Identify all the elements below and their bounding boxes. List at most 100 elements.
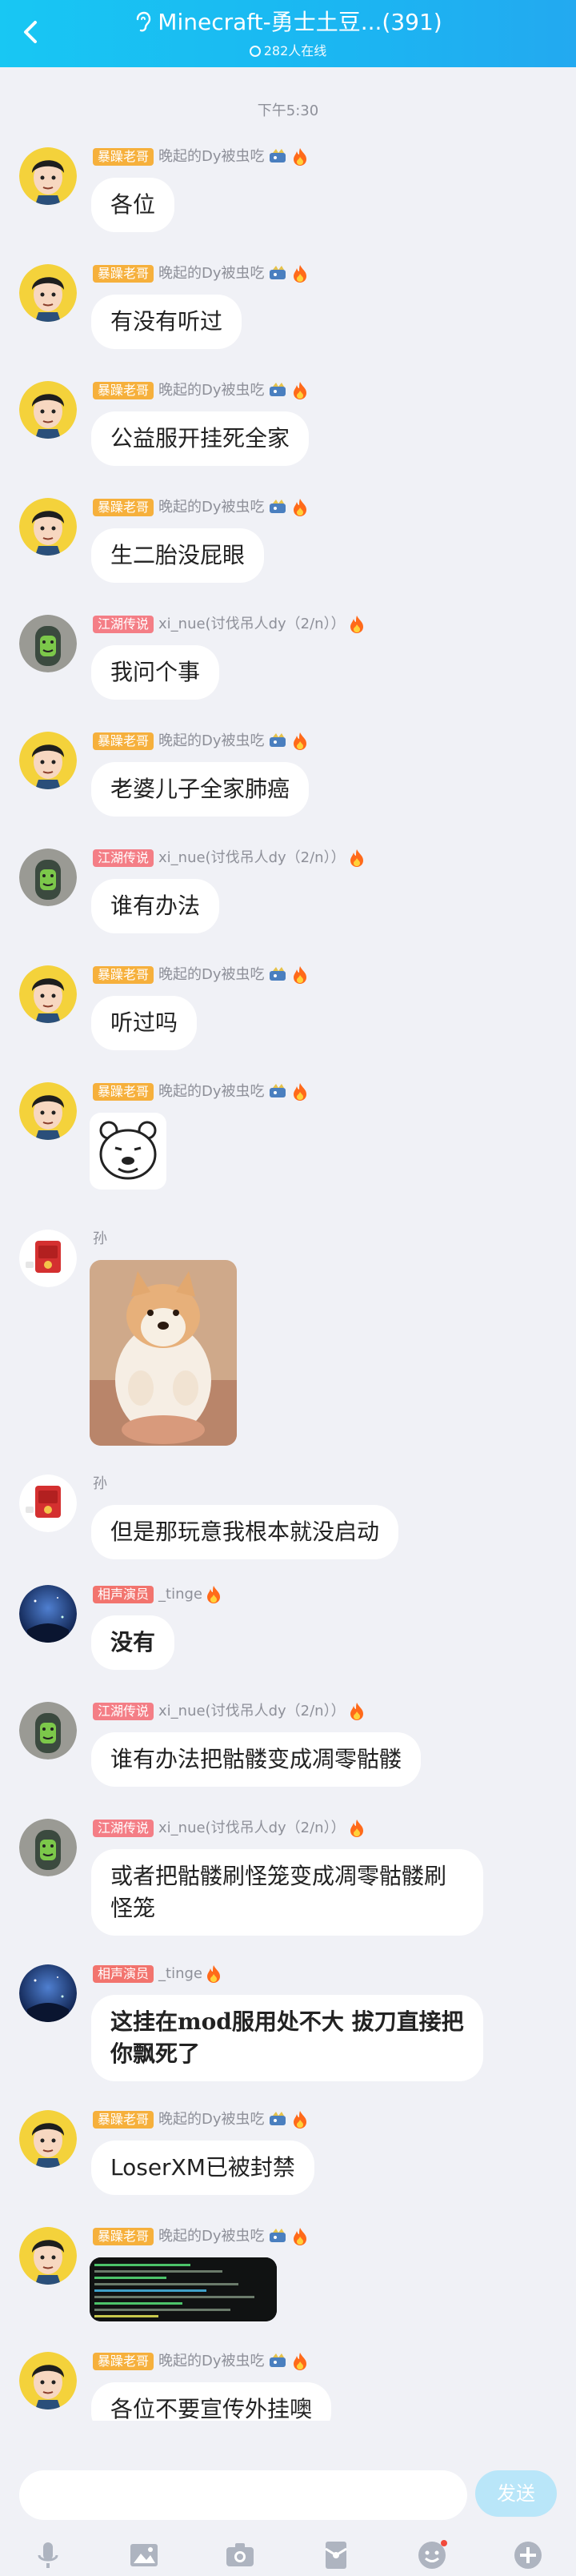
message-bubble[interactable]: 谁有办法 [91, 879, 220, 933]
avatar[interactable] [19, 498, 77, 556]
message-bubble[interactable]: 有没有听过 [91, 295, 242, 349]
avatar[interactable] [19, 732, 77, 789]
avatar[interactable] [19, 1964, 77, 2022]
title-badge[interactable]: 相声演员 [93, 1586, 154, 1603]
input-toolbar [0, 2533, 576, 2576]
sticker-image[interactable] [90, 1113, 166, 1190]
sender-name[interactable]: 晚起的Dy被虫吃 [158, 730, 265, 752]
message-bubble[interactable]: 这挂在mod服用处不大 拔刀直接把你飘死了 [91, 1995, 483, 2081]
title-badge[interactable]: 暴躁老哥 [93, 732, 154, 750]
sender-name[interactable]: 孙 [93, 1473, 107, 1495]
send-button[interactable]: 发送 [475, 2470, 557, 2517]
avatar[interactable] [19, 264, 77, 322]
fire-icon [293, 2353, 306, 2370]
screenshot-image[interactable] [90, 2257, 277, 2321]
message-bubble[interactable]: 各位 [91, 178, 175, 232]
avatar[interactable] [19, 965, 77, 1023]
input-bar: 发送 [0, 2421, 576, 2576]
dragon-icon [269, 2229, 286, 2242]
title-badge[interactable]: 江湖传说 [93, 1820, 154, 1837]
avatar[interactable] [19, 849, 77, 906]
message-bubble[interactable]: 生二胎没屁眼 [91, 528, 265, 583]
sender-name[interactable]: xi_nue(讨伐吊人dy（2/n）） [158, 1817, 346, 1840]
sender-name[interactable]: 晚起的Dy被虫吃 [158, 146, 265, 168]
sender-name[interactable]: _tinge [158, 1583, 202, 1606]
avatar[interactable] [19, 1819, 77, 1876]
fire-icon [350, 616, 363, 633]
sender-name[interactable]: 晚起的Dy被虫吃 [158, 379, 265, 402]
avatar[interactable] [19, 147, 77, 205]
online-count[interactable]: 282人在线 [0, 40, 576, 59]
sender-name[interactable]: 晚起的Dy被虫吃 [158, 2109, 265, 2131]
sender-meta: 暴躁老哥 晚起的Dy被虫吃 [93, 2350, 308, 2373]
dragon-icon [269, 266, 286, 279]
sender-meta: 暴躁老哥 晚起的Dy被虫吃 [93, 2225, 308, 2248]
title-badge[interactable]: 暴躁老哥 [93, 265, 154, 283]
avatar[interactable] [19, 381, 77, 439]
title-badge[interactable]: 暴躁老哥 [93, 2111, 154, 2129]
message-bubble[interactable]: 谁有办法把骷髅变成凋零骷髅 [91, 1732, 422, 1787]
title-badge[interactable]: 相声演员 [93, 1965, 154, 1983]
sender-name[interactable]: 晚起的Dy被虫吃 [158, 2350, 265, 2373]
sender-name[interactable]: xi_nue(讨伐吊人dy（2/n）） [158, 847, 346, 869]
message-bubble[interactable]: 没有 [91, 1615, 175, 1670]
title-badge[interactable]: 暴躁老哥 [93, 499, 154, 516]
avatar[interactable] [19, 1585, 77, 1643]
message-bubble[interactable]: 或者把骷髅刷怪笼变成凋零骷髅刷怪笼 [91, 1849, 483, 1936]
avatar[interactable] [19, 1702, 77, 1759]
avatar[interactable] [19, 615, 77, 672]
title-badge[interactable]: 暴躁老哥 [93, 2353, 154, 2370]
sender-name[interactable]: 晚起的Dy被虫吃 [158, 1081, 265, 1103]
mic-icon[interactable] [32, 2539, 64, 2571]
chat-area[interactable]: 下午5:30 暴躁老哥 晚起的Dy被虫吃 各位 暴躁老哥 晚起的Dy被虫吃 有没… [0, 67, 576, 2437]
sender-meta: 暴躁老哥 晚起的Dy被虫吃 [93, 1081, 308, 1103]
dragon-icon [269, 2353, 286, 2367]
avatar[interactable] [19, 2227, 77, 2285]
sender-name[interactable]: 孙 [93, 1228, 107, 1250]
emoji-icon[interactable] [416, 2539, 448, 2571]
title-badge[interactable]: 江湖传说 [93, 616, 154, 633]
sender-meta: 暴躁老哥 晚起的Dy被虫吃 [93, 964, 308, 986]
fire-icon [293, 2111, 306, 2129]
title-badge[interactable]: 暴躁老哥 [93, 1083, 154, 1101]
message-bubble[interactable]: 我问个事 [91, 645, 220, 700]
sender-name[interactable]: 晚起的Dy被虫吃 [158, 2225, 265, 2248]
avatar[interactable] [19, 2110, 77, 2168]
sender-name[interactable]: 晚起的Dy被虫吃 [158, 496, 265, 519]
sender-meta: 江湖传说 xi_nue(讨伐吊人dy（2/n）） [93, 1817, 365, 1840]
sender-meta: 江湖传说 xi_nue(讨伐吊人dy（2/n）） [93, 613, 365, 636]
title-badge[interactable]: 江湖传说 [93, 1703, 154, 1720]
sender-name[interactable]: _tinge [158, 1963, 202, 1985]
message-bubble[interactable]: 听过吗 [91, 996, 198, 1050]
sender-meta: 暴躁老哥 晚起的Dy被虫吃 [93, 496, 308, 519]
plus-icon[interactable] [512, 2539, 544, 2571]
sender-name[interactable]: 晚起的Dy被虫吃 [158, 263, 265, 285]
avatar[interactable] [19, 1475, 77, 1532]
image-icon[interactable] [128, 2539, 160, 2571]
sender-name[interactable]: 晚起的Dy被虫吃 [158, 964, 265, 986]
title-badge[interactable]: 江湖传说 [93, 849, 154, 867]
sender-name[interactable]: xi_nue(讨伐吊人dy（2/n）） [158, 613, 346, 636]
title-badge[interactable]: 暴躁老哥 [93, 2228, 154, 2245]
message-input[interactable] [19, 2470, 467, 2520]
photo-image[interactable] [90, 1260, 237, 1446]
red-packet-icon[interactable] [320, 2539, 352, 2571]
message-bubble[interactable]: LoserXM已被封禁 [91, 2141, 314, 2195]
fire-icon [293, 2228, 306, 2245]
avatar[interactable] [19, 1230, 77, 1287]
message-bubble[interactable]: 老婆儿子全家肺癌 [91, 762, 310, 817]
message-bubble[interactable]: 但是那玩意我根本就没启动 [91, 1505, 399, 1559]
online-status-icon [249, 46, 261, 57]
camera-icon[interactable] [224, 2539, 256, 2571]
message-bubble[interactable]: 公益服开挂死全家 [91, 411, 310, 466]
avatar[interactable] [19, 2352, 77, 2409]
title-badge[interactable]: 暴躁老哥 [93, 966, 154, 984]
sender-name[interactable]: xi_nue(讨伐吊人dy（2/n）） [158, 1700, 346, 1723]
avatar[interactable] [19, 1082, 77, 1140]
title-badge[interactable]: 暴躁老哥 [93, 148, 154, 166]
fire-icon [206, 1965, 220, 1983]
fire-icon [350, 1703, 363, 1720]
title-badge[interactable]: 暴躁老哥 [93, 382, 154, 399]
fire-icon [293, 382, 306, 399]
group-title[interactable]: Minecraft-勇士土豆...(391) [0, 8, 576, 37]
